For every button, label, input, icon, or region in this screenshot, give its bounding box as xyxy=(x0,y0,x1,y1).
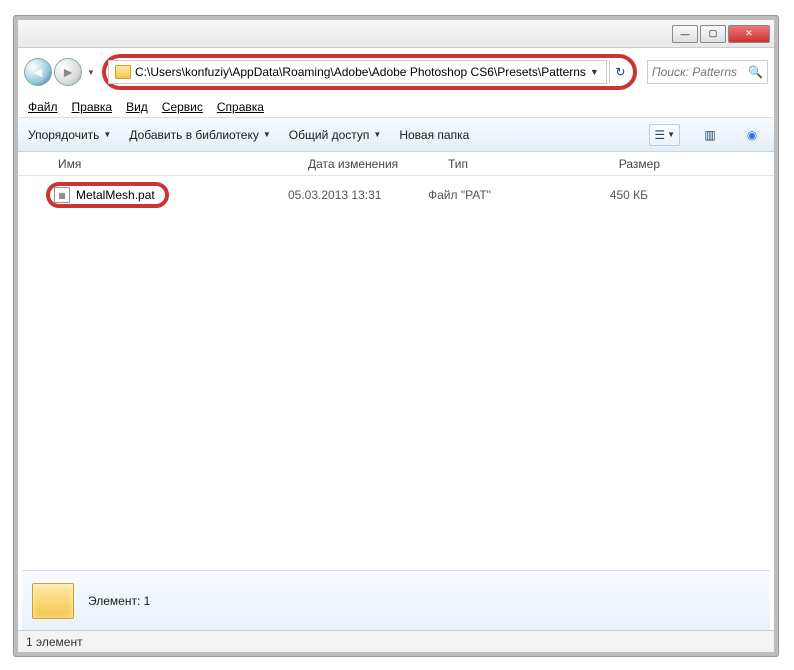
forward-button[interactable]: ► xyxy=(54,58,82,86)
menu-bar: Файл Правка Вид Сервис Справка xyxy=(18,96,774,118)
address-bar-highlight: C:\Users\konfuziy\AppData\Roaming\Adobe\… xyxy=(102,54,637,90)
column-headers: Имя Дата изменения Тип Размер xyxy=(18,152,774,176)
file-date: 05.03.2013 13:31 xyxy=(288,188,428,202)
details-pane: Элемент: 1 xyxy=(22,570,770,630)
details-folder-icon xyxy=(32,583,74,619)
add-to-library-button[interactable]: Добавить в библиотеку▼ xyxy=(129,128,270,142)
menu-view[interactable]: Вид xyxy=(126,100,148,114)
share-button[interactable]: Общий доступ▼ xyxy=(289,128,382,142)
col-size[interactable]: Размер xyxy=(578,157,668,171)
status-bar: 1 элемент xyxy=(18,630,774,652)
file-type: Файл "PAT" xyxy=(428,188,558,202)
status-text: 1 элемент xyxy=(26,635,83,649)
address-path[interactable]: C:\Users\konfuziy\AppData\Roaming\Adobe\… xyxy=(135,65,586,79)
search-icon[interactable]: 🔍 xyxy=(748,65,763,79)
organize-button[interactable]: Упорядочить▼ xyxy=(28,128,111,142)
menu-file[interactable]: Файл xyxy=(28,100,58,114)
search-input[interactable] xyxy=(652,65,744,79)
col-name[interactable]: Имя xyxy=(58,157,308,171)
menu-edit[interactable]: Правка xyxy=(72,100,113,114)
search-box[interactable]: 🔍 xyxy=(647,60,768,84)
help-button[interactable]: ◉ xyxy=(740,124,764,146)
folder-icon xyxy=(115,65,131,79)
file-name: MetalMesh.pat xyxy=(76,188,155,202)
file-highlight: ▦ MetalMesh.pat xyxy=(46,182,169,208)
details-text: Элемент: 1 xyxy=(88,594,150,608)
col-type[interactable]: Тип xyxy=(448,157,578,171)
file-list: ▦ MetalMesh.pat 05.03.2013 13:31 Файл "P… xyxy=(18,176,774,208)
menu-help[interactable]: Справка xyxy=(217,100,264,114)
file-size: 450 КБ xyxy=(558,188,648,202)
view-options-button[interactable]: ☰ ▼ xyxy=(649,124,680,146)
file-icon: ▦ xyxy=(54,187,70,203)
minimize-button[interactable]: — xyxy=(672,25,698,43)
close-button[interactable]: ✕ xyxy=(728,25,770,43)
history-dropdown[interactable]: ▼ xyxy=(84,58,98,86)
menu-tools[interactable]: Сервис xyxy=(162,100,203,114)
toolbar: Упорядочить▼ Добавить в библиотеку▼ Общи… xyxy=(18,118,774,152)
col-date[interactable]: Дата изменения xyxy=(308,157,448,171)
address-bar[interactable]: C:\Users\konfuziy\AppData\Roaming\Adobe\… xyxy=(108,60,607,84)
new-folder-button[interactable]: Новая папка xyxy=(399,128,469,142)
file-row[interactable]: ▦ MetalMesh.pat 05.03.2013 13:31 Файл "P… xyxy=(46,182,774,208)
address-dropdown-icon[interactable]: ▼ xyxy=(590,67,600,77)
refresh-button[interactable]: ↻ xyxy=(609,61,631,83)
maximize-button[interactable]: ▢ xyxy=(700,25,726,43)
preview-pane-button[interactable]: ▥ xyxy=(698,124,722,146)
back-button[interactable]: ◄ xyxy=(24,58,52,86)
